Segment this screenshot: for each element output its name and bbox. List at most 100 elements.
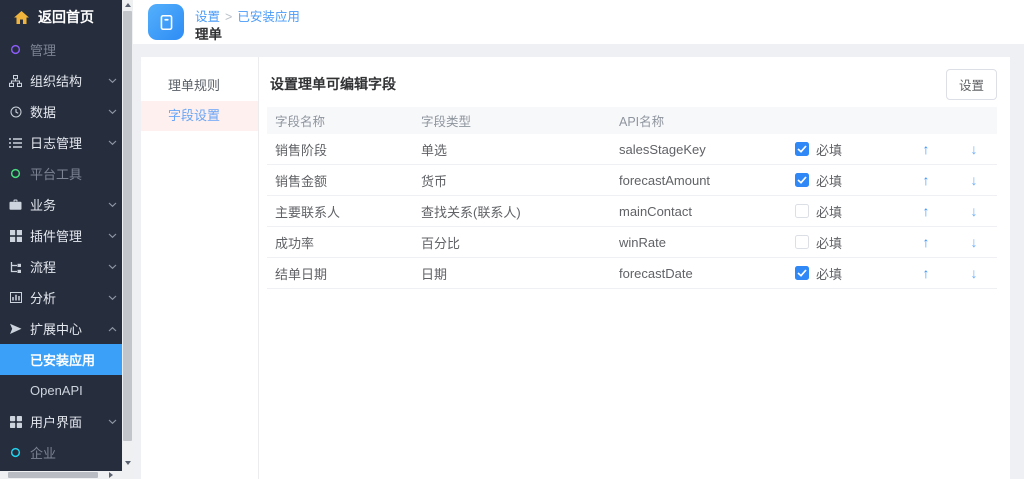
sidebar-item-管理[interactable]: 管理 <box>0 34 122 65</box>
sidebar-item-扩展中心[interactable]: 扩展中心 <box>0 313 122 344</box>
sidebar-item-label: 企业 <box>30 443 56 462</box>
page-title: 理单 <box>195 23 222 43</box>
column-header-field-type: 字段类型 <box>413 111 611 130</box>
chevron-down-icon <box>108 109 117 115</box>
field-name-cell: 销售阶段 <box>267 140 413 159</box>
sidebar-item-分析[interactable]: 分析 <box>0 282 122 313</box>
sidebar-item-label: 业务 <box>30 195 56 214</box>
required-checkbox[interactable] <box>795 266 809 280</box>
scroll-up-icon[interactable] <box>125 3 131 7</box>
move-down-button[interactable]: ↓ <box>951 172 997 188</box>
chevron-up-icon <box>108 326 117 332</box>
field-type-cell: 货币 <box>413 171 611 190</box>
field-name-cell: 成功率 <box>267 233 413 252</box>
vertical-scroll-thumb[interactable] <box>123 11 132 441</box>
required-checkbox[interactable] <box>795 204 809 218</box>
breadcrumb-link-settings[interactable]: 设置 <box>195 10 220 24</box>
sidebar-item-组织结构[interactable]: 组织结构 <box>0 65 122 96</box>
move-up-button[interactable]: ↑ <box>901 141 951 157</box>
sidebar-nav: 返回首页管理组织结构数据日志管理平台工具业务插件管理流程分析扩展中心已安装应用 O… <box>0 0 122 471</box>
chevron-down-icon <box>108 78 117 84</box>
field-type-cell: 日期 <box>413 264 611 283</box>
table-row: 销售阶段单选salesStageKey必填↑↓ <box>267 134 997 165</box>
plugin-grid-icon <box>8 230 23 242</box>
content-card: 理单规则字段设置 设置理单可编辑字段 设置 字段名称 字段类型 API名称 销售… <box>141 57 1010 479</box>
circle-outline-icon <box>8 168 23 179</box>
sidebar-horizontal-scrollbar[interactable] <box>0 471 133 479</box>
sidebar-item-label: 返回首页 <box>38 7 94 27</box>
sidebar-item-label: 扩展中心 <box>30 319 82 338</box>
required-checkbox[interactable] <box>795 173 809 187</box>
sidebar-item-企业[interactable]: 企业 <box>0 437 122 468</box>
table-body: 销售阶段单选salesStageKey必填↑↓销售金额货币forecastAmo… <box>267 134 997 289</box>
chart-icon <box>8 292 23 303</box>
log-list-icon <box>8 138 23 148</box>
required-checkbox[interactable] <box>795 142 809 156</box>
sidebar-item-业务[interactable]: 业务 <box>0 189 122 220</box>
sidebar-item-label: 插件管理 <box>30 226 82 245</box>
table-row: 结单日期日期forecastDate必填↑↓ <box>267 258 997 289</box>
required-cell: 必填 <box>787 140 901 159</box>
sidebar-item-label: 用户界面 <box>30 412 82 431</box>
horizontal-scroll-thumb[interactable] <box>8 472 98 478</box>
sidebar-item-label: 平台工具 <box>30 164 82 183</box>
sidebar-item-label: OpenAPI <box>30 383 83 398</box>
move-up-button[interactable]: ↑ <box>901 172 951 188</box>
move-up-button[interactable]: ↑ <box>901 203 951 219</box>
sidebar-item-返回首页[interactable]: 返回首页 <box>0 0 122 34</box>
sidebar-item-已安装应用[interactable]: 已安装应用 <box>0 344 122 375</box>
chevron-down-icon <box>108 233 117 239</box>
chevron-down-icon <box>108 140 117 146</box>
required-label: 必填 <box>816 171 842 190</box>
api-name-cell: mainContact <box>611 204 787 219</box>
scroll-down-icon[interactable] <box>125 461 131 465</box>
sidebar-item-OpenAPI[interactable]: OpenAPI <box>0 375 122 406</box>
move-up-button[interactable]: ↑ <box>901 265 951 281</box>
chevron-down-icon <box>108 264 117 270</box>
required-label: 必填 <box>816 264 842 283</box>
extension-icon <box>8 323 23 335</box>
sidebar-item-label: 日志管理 <box>30 133 82 152</box>
move-down-button[interactable]: ↓ <box>951 141 997 157</box>
clipboard-app-icon <box>148 4 184 40</box>
move-up-button[interactable]: ↑ <box>901 234 951 250</box>
sidebar-vertical-scrollbar[interactable] <box>122 0 133 471</box>
sidebar-item-数据[interactable]: 数据 <box>0 96 122 127</box>
scroll-right-icon[interactable] <box>109 472 113 478</box>
breadcrumb-separator: > <box>225 10 232 24</box>
fields-table: 字段名称 字段类型 API名称 销售阶段单选salesStageKey必填↑↓销… <box>267 107 997 289</box>
required-cell: 必填 <box>787 202 901 221</box>
settings-button[interactable]: 设置 <box>946 69 997 100</box>
sidebar-item-平台工具[interactable]: 平台工具 <box>0 158 122 189</box>
sidebar-item-插件管理[interactable]: 插件管理 <box>0 220 122 251</box>
org-structure-icon <box>8 75 23 87</box>
briefcase-icon <box>8 199 23 210</box>
sidebar-item-label: 数据 <box>30 102 56 121</box>
column-header-field-name: 字段名称 <box>267 111 413 130</box>
table-row: 成功率百分比winRate必填↑↓ <box>267 227 997 258</box>
field-name-cell: 销售金额 <box>267 171 413 190</box>
sidebar-item-日志管理[interactable]: 日志管理 <box>0 127 122 158</box>
subnav-item-字段设置[interactable]: 字段设置 <box>141 101 258 131</box>
table-row: 销售金额货币forecastAmount 必填 ↑↓ <box>267 165 997 196</box>
table-row: 主要联系人查找关系(联系人)mainContact必填↑↓ <box>267 196 997 227</box>
required-cell: 必填 <box>787 233 901 252</box>
api-name-cell: forecastAmount <box>611 173 787 188</box>
clock-icon <box>8 106 23 118</box>
circle-outline-icon <box>8 44 23 55</box>
move-down-button[interactable]: ↓ <box>951 234 997 250</box>
sidebar-item-label: 已安装应用 <box>30 350 95 369</box>
sidebar-item-label: 组织结构 <box>30 71 82 90</box>
sidebar-item-用户界面[interactable]: 用户界面 <box>0 406 122 437</box>
breadcrumb-link-installed-apps[interactable]: 已安装应用 <box>237 10 300 24</box>
move-down-button[interactable]: ↓ <box>951 203 997 219</box>
subnav-item-理单规则[interactable]: 理单规则 <box>141 71 258 101</box>
required-label: 必填 <box>816 140 842 159</box>
required-cell: 必填 <box>787 171 901 190</box>
top-header: 设置 > 已安装应用 理单 <box>133 0 1024 44</box>
sidebar-item-label: 分析 <box>30 288 56 307</box>
move-down-button[interactable]: ↓ <box>951 265 997 281</box>
required-checkbox[interactable] <box>795 235 809 249</box>
chevron-down-icon <box>108 419 117 425</box>
sidebar-item-流程[interactable]: 流程 <box>0 251 122 282</box>
